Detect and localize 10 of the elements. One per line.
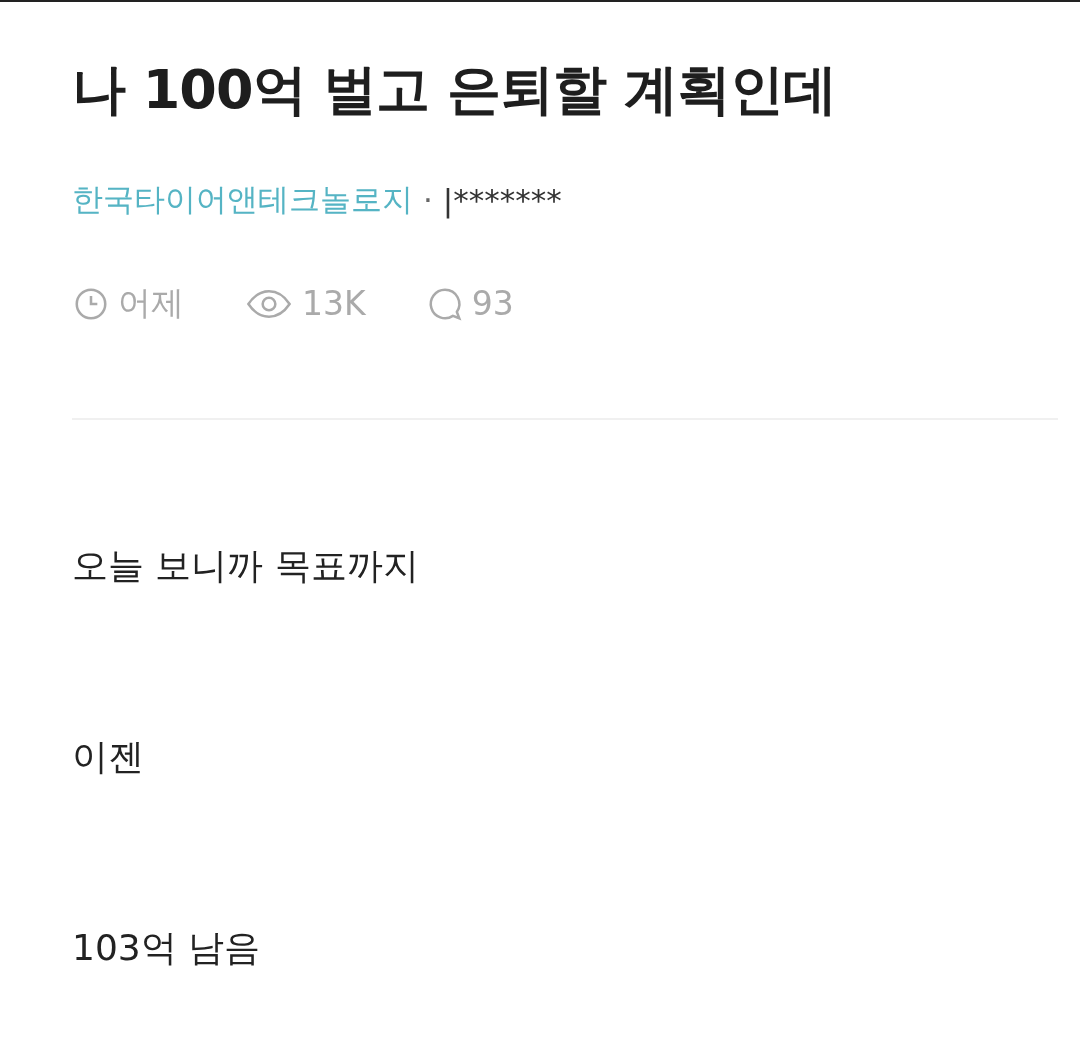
company-link[interactable]: 한국타이어앤테크놀로지 xyxy=(72,179,413,221)
separator-dot: · xyxy=(423,182,433,218)
body-paragraph: 이젠 xyxy=(72,735,145,779)
author-nickname: |******* xyxy=(442,182,562,218)
post-title: 나 100억 벌고 은퇴할 계획인데 xyxy=(72,57,837,123)
meta-text: 13K xyxy=(302,284,366,323)
body-paragraph: 오늘 보니까 목표까지 xyxy=(72,544,420,588)
body-paragraph: 103억 남음 xyxy=(72,926,262,970)
meta-text: 어제 xyxy=(118,282,184,324)
meta-text: 93 xyxy=(471,284,514,323)
